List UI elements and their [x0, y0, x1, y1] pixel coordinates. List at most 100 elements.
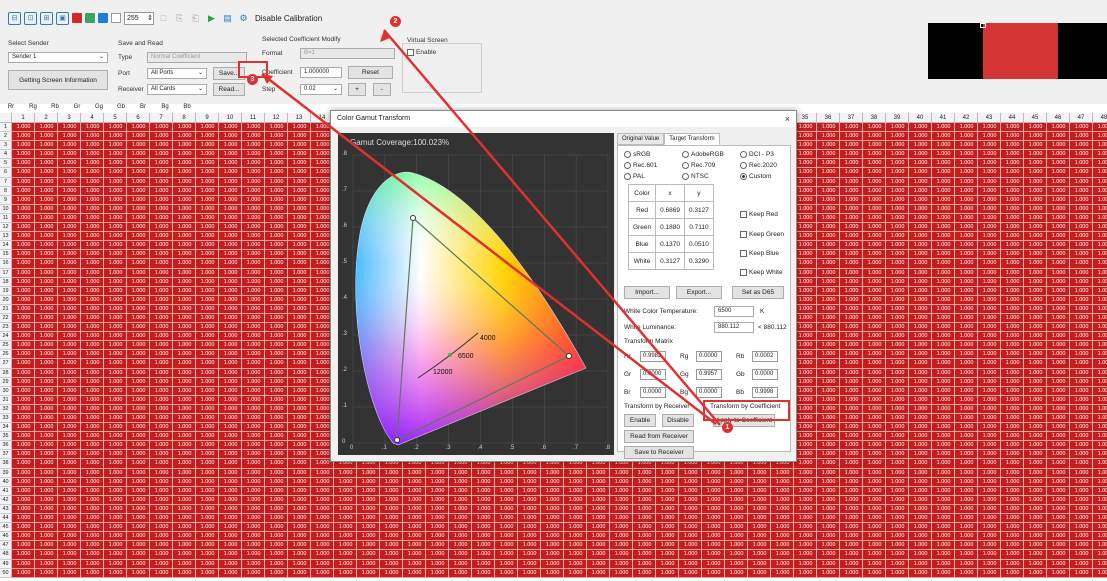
grid-cell[interactable]: 1.000	[127, 478, 150, 486]
grid-cell[interactable]: 1.000	[12, 350, 35, 358]
grid-cell[interactable]: 1.000	[219, 496, 242, 504]
grid-cell[interactable]: 1.000	[1070, 478, 1093, 486]
grid-cell[interactable]: 1.000	[495, 505, 518, 513]
grid-cell[interactable]: 1.000	[219, 505, 242, 513]
grid-cell[interactable]: 1.000	[909, 369, 932, 377]
column-header-cell[interactable]: 41	[932, 113, 955, 122]
grid-cell[interactable]: 1.000	[265, 569, 288, 577]
grid-cell[interactable]: 1.000	[58, 387, 81, 395]
grid-cell[interactable]: 1.000	[311, 514, 334, 522]
row-header-cell[interactable]: 36	[0, 441, 12, 451]
grid-cell[interactable]: 1.000	[1024, 187, 1047, 195]
grid-cell[interactable]: 1.000	[104, 196, 127, 204]
grid-cell[interactable]: 1.000	[587, 478, 610, 486]
grid-cell[interactable]: 1.000	[978, 150, 1001, 158]
grid-cell[interactable]: 1.000	[863, 432, 886, 440]
grid-cell[interactable]: 1.000	[265, 314, 288, 322]
grid-cell[interactable]: 1.000	[794, 369, 817, 377]
grid-cell[interactable]: 1.000	[840, 214, 863, 222]
row-header-cell[interactable]: 13	[0, 232, 12, 242]
grid-cell[interactable]: 1.000	[840, 478, 863, 486]
grid-cell[interactable]: 1.000	[35, 378, 58, 386]
grid-cell[interactable]: 1.000	[794, 241, 817, 249]
grid-cell[interactable]: 1.000	[12, 323, 35, 331]
grid-cell[interactable]: 1.000	[1070, 350, 1093, 358]
grid-cell[interactable]: 1.000	[1001, 405, 1024, 413]
set-d65-button[interactable]: Set as D65	[732, 286, 784, 299]
grid-cell[interactable]: 1.000	[932, 241, 955, 249]
grid-cell[interactable]: 1.000	[909, 305, 932, 313]
grid-cell[interactable]: 1.000	[1070, 505, 1093, 513]
grid-cell[interactable]: 1.000	[127, 350, 150, 358]
grid-cell[interactable]: 1.000	[1070, 450, 1093, 458]
grid-cell[interactable]: 1.000	[1070, 514, 1093, 522]
grid-cell[interactable]: 1.000	[955, 296, 978, 304]
grid-cell[interactable]: 1.000	[219, 241, 242, 249]
matrix-value-bb[interactable]: 0.9998	[752, 387, 778, 398]
grid-cell[interactable]: 1.000	[1001, 259, 1024, 267]
grid-cell[interactable]: 1.000	[449, 560, 472, 568]
row-header-cell[interactable]: 30	[0, 386, 12, 396]
grid-cell[interactable]: 1.000	[656, 514, 679, 522]
grid-cell[interactable]: 1.000	[909, 350, 932, 358]
grid-cell[interactable]: 1.000	[1047, 359, 1070, 367]
row-header-cell[interactable]: 41	[0, 486, 12, 496]
grid-cell[interactable]: 1.000	[219, 278, 242, 286]
grid-cell[interactable]: 1.000	[58, 250, 81, 258]
grid-cell[interactable]: 1.000	[173, 214, 196, 222]
grid-cell[interactable]: 1.000	[587, 505, 610, 513]
grid-cell[interactable]: 1.000	[1047, 369, 1070, 377]
grid-cell[interactable]: 1.000	[909, 378, 932, 386]
grid-cell[interactable]: 1.000	[35, 168, 58, 176]
grid-cell[interactable]: 1.000	[265, 332, 288, 340]
grid-cell[interactable]: 1.000	[173, 178, 196, 186]
grid-cell[interactable]: 1.000	[564, 523, 587, 531]
grid-cell[interactable]: 1.000	[242, 132, 265, 140]
grid-cell[interactable]: 1.000	[541, 569, 564, 577]
grid-cell[interactable]: 1.000	[955, 459, 978, 467]
grid-cell[interactable]: 1.000	[196, 432, 219, 440]
grid-cell[interactable]: 1.000	[518, 560, 541, 568]
grid-cell[interactable]: 1.000	[1024, 560, 1047, 568]
grid-cell[interactable]: 1.000	[449, 514, 472, 522]
grid-cell[interactable]: 1.000	[12, 523, 35, 531]
grid-cell[interactable]: 1.000	[35, 496, 58, 504]
grid-cell[interactable]: 1.000	[242, 278, 265, 286]
grid-cell[interactable]: 1.000	[495, 496, 518, 504]
grid-cell[interactable]: 1.000	[978, 232, 1001, 240]
grid-cell[interactable]: 1.000	[1001, 269, 1024, 277]
grid-cell[interactable]: 1.000	[1024, 423, 1047, 431]
grid-cell[interactable]: 1.000	[288, 569, 311, 577]
grid-cell[interactable]: 1.000	[587, 469, 610, 477]
grid-cell[interactable]: 1.000	[81, 232, 104, 240]
grid-cell[interactable]: 1.000	[449, 505, 472, 513]
grid-cell[interactable]: 1.000	[633, 469, 656, 477]
grid-cell[interactable]: 1.000	[771, 478, 794, 486]
grid-cell[interactable]: 1.000	[840, 269, 863, 277]
grid-cell[interactable]: 1.000	[932, 550, 955, 558]
grid-cell[interactable]: 1.000	[288, 359, 311, 367]
grid-cell[interactable]: 1.000	[886, 168, 909, 176]
grid-cell[interactable]: 1.000	[1070, 123, 1093, 131]
grid-cell[interactable]: 1.000	[1070, 369, 1093, 377]
grid-cell[interactable]: 1.000	[242, 414, 265, 422]
grid-cell[interactable]: 1.000	[219, 487, 242, 495]
grid-cell[interactable]: 1.000	[932, 350, 955, 358]
grid-cell[interactable]: 1.000	[886, 560, 909, 568]
grid-cell[interactable]: 1.000	[1001, 187, 1024, 195]
grid-cell[interactable]: 1.000	[1001, 459, 1024, 467]
grid-cell[interactable]: 1.000	[955, 478, 978, 486]
grid-cell[interactable]: 1.000	[12, 269, 35, 277]
grid-cell[interactable]: 1.000	[1024, 278, 1047, 286]
grid-cell[interactable]: 1.000	[909, 123, 932, 131]
grid-cell[interactable]: 1.000	[173, 305, 196, 313]
grid-cell[interactable]: 1.000	[587, 487, 610, 495]
grid-cell[interactable]: 1.000	[81, 269, 104, 277]
grid-cell[interactable]: 1.000	[288, 505, 311, 513]
grid-cell[interactable]: 1.000	[196, 478, 219, 486]
grid-cell[interactable]: 1.000	[1047, 159, 1070, 167]
grid-cell[interactable]: 1.000	[35, 250, 58, 258]
grid-cell[interactable]: 1.000	[81, 278, 104, 286]
grid-cell[interactable]: 1.000	[12, 168, 35, 176]
grid-cell[interactable]: 1.000	[541, 541, 564, 549]
